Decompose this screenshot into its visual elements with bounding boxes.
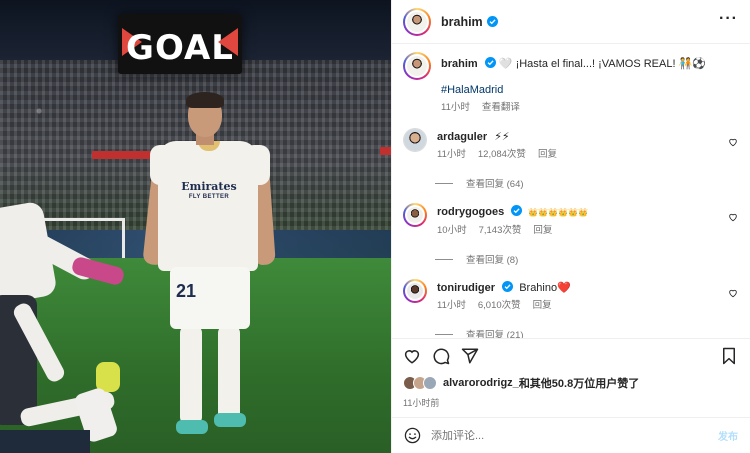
replies-divider [435,333,453,335]
post-timestamp[interactable]: 11小时前 [403,396,738,409]
player-sleeve [244,145,270,185]
hashtag-link[interactable]: #HalaMadrid [441,83,706,97]
comment-time[interactable]: 11小时 [437,148,466,162]
player-leg [218,325,240,420]
comments-list: brahim 🤍 ¡Hasta el final...! ¡VAMOS REAL… [392,44,750,338]
comment-body: ardaguler ⚡⚡ 11小时 12,084次赞 回复 [437,128,738,162]
verified-badge-icon [486,16,498,27]
sponsor-tagline: FLY BETTER [188,194,230,200]
comment-likes[interactable]: 6,010次赞 [478,299,521,313]
comment-item: ardaguler ⚡⚡ 11小时 12,084次赞 回复 [403,128,738,162]
player-boot [214,413,246,427]
player-shorts: 21 [170,267,250,329]
post-caption: brahim 🤍 ¡Hasta el final...! ¡VAMOS REAL… [403,52,738,115]
player-boot [176,420,208,434]
comment-meta: 11小时 6,010次赞 回复 [437,299,738,313]
commenter-avatar[interactable] [403,279,427,303]
caption-text: ¡Hasta el final...! ¡VAMOS REAL! [515,58,679,70]
teammate-figure [0,430,90,453]
post-photo[interactable]: GOAL Emirates FLY BETTER 21 [0,0,391,453]
likes-summary: alvarorodrigz_ 和其他50.8万位用户赞了 [403,375,738,391]
comment-time[interactable]: 10小时 [437,224,467,238]
comment-username[interactable]: tonirudiger [437,282,495,294]
heart-icon[interactable] [728,137,738,147]
view-replies-label: 查看回复 (64) [466,179,524,190]
shorts-number: 21 [176,281,197,301]
bookmark-icon[interactable] [720,347,738,365]
replies-divider [435,182,453,184]
goal-scoreboard: GOAL [118,14,242,74]
player-hair [186,92,224,108]
reply-button[interactable]: 回复 [533,224,552,238]
post-comment-button[interactable]: 发布 [718,428,738,443]
post-header: brahim ··· [392,0,750,44]
sponsor-name: Emirates [181,180,237,193]
likes-count-text[interactable]: 和其他50.8万位用户赞了 [519,375,639,391]
comment-body: rodrygogoes 👑👑👑👑👑👑 10小时 7,143次赞 回复 [437,203,738,238]
add-comment-bar: 发布 [392,417,750,453]
arrow-right-graphic [218,28,238,56]
verified-badge-icon [502,281,514,292]
liker-avatars[interactable] [403,376,437,390]
author-avatar[interactable] [403,52,431,80]
caption-end-emoji: 🧑‍🤝‍🧑⚽ [678,58,706,70]
action-bar [403,347,738,365]
heart-icon[interactable] [728,212,738,222]
view-replies-label: 查看回复 (8) [466,255,519,266]
comment-username[interactable]: rodrygogoes [437,206,504,218]
post-view: GOAL Emirates FLY BETTER 21 brahim ··· b… [0,0,750,453]
comment-text: Brahino❤️ [519,282,571,294]
comment-text: 👑👑👑👑👑👑 [528,208,589,217]
player-leg [180,325,202,425]
comment-body: tonirudiger Brahino❤️ 11小时 6,010次赞 回复 [437,279,738,313]
heart-icon[interactable] [403,347,421,365]
comment-meta: 11小时 12,084次赞 回复 [437,148,738,162]
view-replies-button[interactable]: 查看回复 (64) [435,176,738,190]
see-translation-link[interactable]: 查看翻译 [482,101,520,115]
first-liker-username[interactable]: alvarorodrigz_ [443,377,519,389]
replies-divider [435,258,453,260]
smiley-icon[interactable] [404,427,421,444]
paper-plane-icon[interactable] [461,347,479,365]
commenter-avatar[interactable] [403,203,427,227]
celebrating-player: Emirates FLY BETTER 21 [142,92,276,440]
verified-badge-icon [511,205,523,216]
comment-input[interactable] [431,429,718,442]
comment-meta: 10小时 7,143次赞 回复 [437,224,738,238]
comment-likes[interactable]: 7,143次赞 [479,224,522,238]
comment-item: rodrygogoes 👑👑👑👑👑👑 10小时 7,143次赞 回复 [403,203,738,238]
comment-item: tonirudiger Brahino❤️ 11小时 6,010次赞 回复 [403,279,738,313]
comment-likes[interactable]: 12,084次赞 [478,148,526,162]
reply-button[interactable]: 回复 [538,148,557,162]
comment-text: ⚡⚡ [494,131,510,143]
post-sidebar: brahim ··· brahim 🤍 ¡Hasta el final...! … [391,0,750,453]
comment-time[interactable]: 11小时 [437,299,466,313]
shirt-sponsor: Emirates FLY BETTER [176,181,242,203]
comment-username[interactable]: ardaguler [437,131,487,143]
caption-meta: 11小时 查看翻译 [441,101,706,115]
reply-button[interactable]: 回复 [533,299,552,313]
view-replies-button[interactable]: 查看回复 (8) [435,252,738,266]
verified-badge-icon [484,57,496,68]
heart-icon[interactable] [728,288,738,298]
stadium-signage [380,147,391,155]
caption-emoji: 🤍 [498,58,513,70]
view-replies-button[interactable]: 查看回复 (21) [435,327,738,338]
commenter-avatar[interactable] [403,128,427,152]
caption-body: brahim 🤍 ¡Hasta el final...! ¡VAMOS REAL… [441,52,706,115]
author-avatar[interactable] [403,7,431,36]
caption-username[interactable]: brahim [441,58,478,70]
author-username[interactable]: brahim [441,15,483,29]
comment-bubble-icon[interactable] [432,347,450,365]
caption-time[interactable]: 11小时 [441,101,470,115]
more-horizontal-icon[interactable]: ··· [719,10,738,29]
player-sleeve [150,145,176,185]
view-replies-label: 查看回复 (21) [466,330,524,338]
